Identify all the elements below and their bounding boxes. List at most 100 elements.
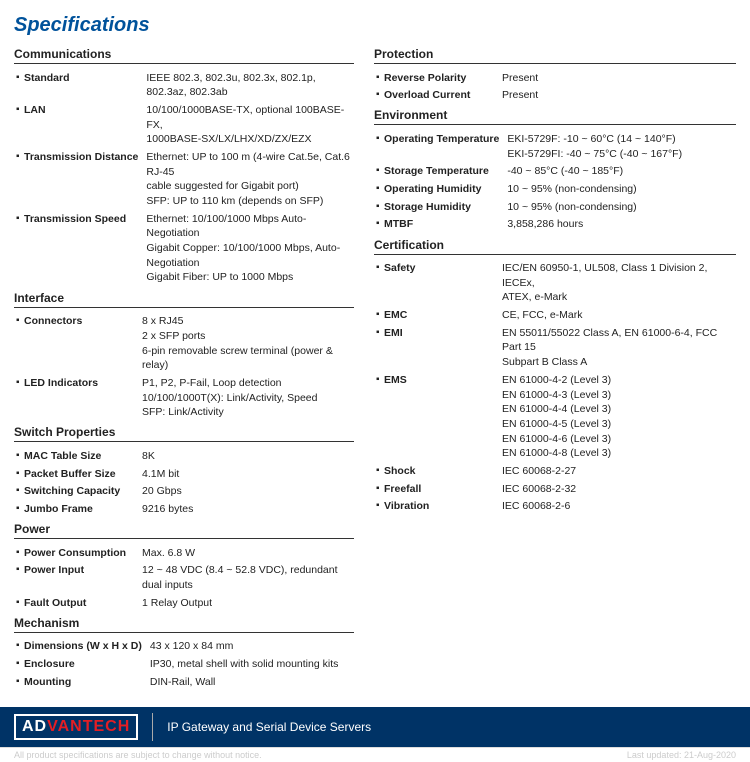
spec-label: Switching Capacity xyxy=(22,483,140,501)
section-title-interface: Interface xyxy=(14,291,354,308)
spec-label: Vibration xyxy=(382,498,500,516)
section-title-environment: Environment xyxy=(374,108,736,125)
spec-label: MTBF xyxy=(382,216,505,234)
table-row: ▪EnclosureIP30, metal shell with solid m… xyxy=(14,656,354,674)
spec-value: P1, P2, P-Fail, Loop detection10/100/100… xyxy=(140,374,354,421)
bullet-icon: ▪ xyxy=(374,130,382,162)
table-row: ▪MountingDIN-Rail, Wall xyxy=(14,673,354,691)
spec-value: 1 Relay Output xyxy=(140,594,354,612)
table-row: ▪Storage Humidity10 ~ 95% (non-condensin… xyxy=(374,198,736,216)
spec-value: EN 55011/55022 Class A, EN 61000-6-4, FC… xyxy=(500,324,736,371)
footer-note: All product specifications are subject t… xyxy=(0,747,750,762)
spec-label: EMI xyxy=(382,324,500,371)
bullet-icon: ▪ xyxy=(14,374,22,421)
footer-tagline: IP Gateway and Serial Device Servers xyxy=(167,720,371,734)
spec-value: Ethernet: UP to 100 m (4-wire Cat.5e, Ca… xyxy=(144,148,354,210)
spec-label: Reverse Polarity xyxy=(382,69,500,87)
spec-label: Storage Humidity xyxy=(382,198,505,216)
bullet-icon: ▪ xyxy=(14,210,22,286)
bullet-icon: ▪ xyxy=(14,69,22,101)
spec-label: Storage Temperature xyxy=(382,163,505,181)
spec-label: Power Input xyxy=(22,562,140,594)
spec-label: Transmission Speed xyxy=(22,210,144,286)
logo-vantech: VANTECH xyxy=(47,718,130,735)
section-switch_properties: Switch Properties▪MAC Table Size8K▪Packe… xyxy=(14,425,354,518)
bullet-icon: ▪ xyxy=(14,101,22,148)
footer-bar: ADVANTECH IP Gateway and Serial Device S… xyxy=(0,707,750,747)
spec-value: 9216 bytes xyxy=(140,501,354,519)
table-row: ▪EMSEN 61000-4-2 (Level 3)EN 61000-4-3 (… xyxy=(374,371,736,462)
table-row: ▪Overload CurrentPresent xyxy=(374,87,736,105)
table-row: ▪SafetyIEC/EN 60950-1, UL508, Class 1 Di… xyxy=(374,260,736,307)
page-title: Specifications xyxy=(14,14,736,37)
spec-value: Max. 6.8 W xyxy=(140,544,354,562)
col-right: Protection▪Reverse PolarityPresent▪Overl… xyxy=(374,47,736,695)
table-row: ▪StandardIEEE 802.3, 802.3u, 802.3x, 802… xyxy=(14,69,354,101)
table-row: ▪MAC Table Size8K xyxy=(14,447,354,465)
table-row: ▪LED IndicatorsP1, P2, P-Fail, Loop dete… xyxy=(14,374,354,421)
bullet-icon: ▪ xyxy=(374,163,382,181)
spec-label: Connectors xyxy=(22,313,140,375)
section-certification: Certification▪SafetyIEC/EN 60950-1, UL50… xyxy=(374,238,736,516)
spec-value: 4.1M bit xyxy=(140,465,354,483)
spec-label: Jumbo Frame xyxy=(22,501,140,519)
spec-value: IEC 60068-2-32 xyxy=(500,480,736,498)
bullet-icon: ▪ xyxy=(14,465,22,483)
spec-label: Transmission Distance xyxy=(22,148,144,210)
bullet-icon: ▪ xyxy=(374,324,382,371)
spec-label: Standard xyxy=(22,69,144,101)
spec-value: Ethernet: 10/100/1000 Mbps Auto-Negotiat… xyxy=(144,210,354,286)
table-row: ▪Operating TemperatureEKI-5729F: -10 ~ 6… xyxy=(374,130,736,162)
bullet-icon: ▪ xyxy=(374,498,382,516)
table-row: ▪Switching Capacity20 Gbps xyxy=(14,483,354,501)
spec-value: Present xyxy=(500,69,736,87)
spec-table-mechanism: ▪Dimensions (W x H x D)43 x 120 x 84 mm▪… xyxy=(14,638,354,691)
table-row: ▪Operating Humidity10 ~ 95% (non-condens… xyxy=(374,180,736,198)
table-row: ▪Fault Output1 Relay Output xyxy=(14,594,354,612)
spec-table-switch_properties: ▪MAC Table Size8K▪Packet Buffer Size4.1M… xyxy=(14,447,354,518)
section-communications: Communications▪StandardIEEE 802.3, 802.3… xyxy=(14,47,354,287)
spec-label: Operating Temperature xyxy=(382,130,505,162)
spec-label: EMS xyxy=(382,371,500,462)
section-title-switch_properties: Switch Properties xyxy=(14,425,354,442)
spec-value: 10/100/1000BASE-TX, optional 100BASE-FX,… xyxy=(144,101,354,148)
spec-table-interface: ▪Connectors8 x RJ452 x SFP ports6-pin re… xyxy=(14,313,354,422)
spec-value: Present xyxy=(500,87,736,105)
table-row: ▪LAN10/100/1000BASE-TX, optional 100BASE… xyxy=(14,101,354,148)
bullet-icon: ▪ xyxy=(14,673,22,691)
spec-label: Overload Current xyxy=(382,87,500,105)
spec-label: Packet Buffer Size xyxy=(22,465,140,483)
table-row: ▪Dimensions (W x H x D)43 x 120 x 84 mm xyxy=(14,638,354,656)
spec-table-power: ▪Power ConsumptionMax. 6.8 W▪Power Input… xyxy=(14,544,354,612)
bullet-icon: ▪ xyxy=(14,148,22,210)
spec-value: IEC/EN 60950-1, UL508, Class 1 Division … xyxy=(500,260,736,307)
table-row: ▪Packet Buffer Size4.1M bit xyxy=(14,465,354,483)
bullet-icon: ▪ xyxy=(374,87,382,105)
spec-value: 8 x RJ452 x SFP ports6-pin removable scr… xyxy=(140,313,354,375)
spec-value: 12 ~ 48 VDC (8.4 ~ 52.8 VDC), redundant … xyxy=(140,562,354,594)
spec-value: IP30, metal shell with solid mounting ki… xyxy=(148,656,354,674)
bullet-icon: ▪ xyxy=(374,462,382,480)
spec-table-certification: ▪SafetyIEC/EN 60950-1, UL508, Class 1 Di… xyxy=(374,260,736,516)
specs-two-col: Communications▪StandardIEEE 802.3, 802.3… xyxy=(14,47,736,695)
bullet-icon: ▪ xyxy=(14,594,22,612)
bullet-icon: ▪ xyxy=(14,501,22,519)
table-row: ▪Jumbo Frame9216 bytes xyxy=(14,501,354,519)
spec-label: Fault Output xyxy=(22,594,140,612)
spec-label: Freefall xyxy=(382,480,500,498)
section-power: Power▪Power ConsumptionMax. 6.8 W▪Power … xyxy=(14,522,354,612)
bullet-icon: ▪ xyxy=(374,180,382,198)
section-protection: Protection▪Reverse PolarityPresent▪Overl… xyxy=(374,47,736,104)
spec-value: IEC 60068-2-6 xyxy=(500,498,736,516)
spec-value: -40 ~ 85°C (-40 ~ 185°F) xyxy=(505,163,736,181)
table-row: ▪Connectors8 x RJ452 x SFP ports6-pin re… xyxy=(14,313,354,375)
section-title-communications: Communications xyxy=(14,47,354,64)
table-row: ▪Transmission SpeedEthernet: 10/100/1000… xyxy=(14,210,354,286)
spec-value: 3,858,286 hours xyxy=(505,216,736,234)
spec-label: Operating Humidity xyxy=(382,180,505,198)
spec-value: IEEE 802.3, 802.3u, 802.3x, 802.1p, 802.… xyxy=(144,69,354,101)
table-row: ▪Reverse PolarityPresent xyxy=(374,69,736,87)
bullet-icon: ▪ xyxy=(374,307,382,325)
bullet-icon: ▪ xyxy=(14,638,22,656)
spec-label: Shock xyxy=(382,462,500,480)
